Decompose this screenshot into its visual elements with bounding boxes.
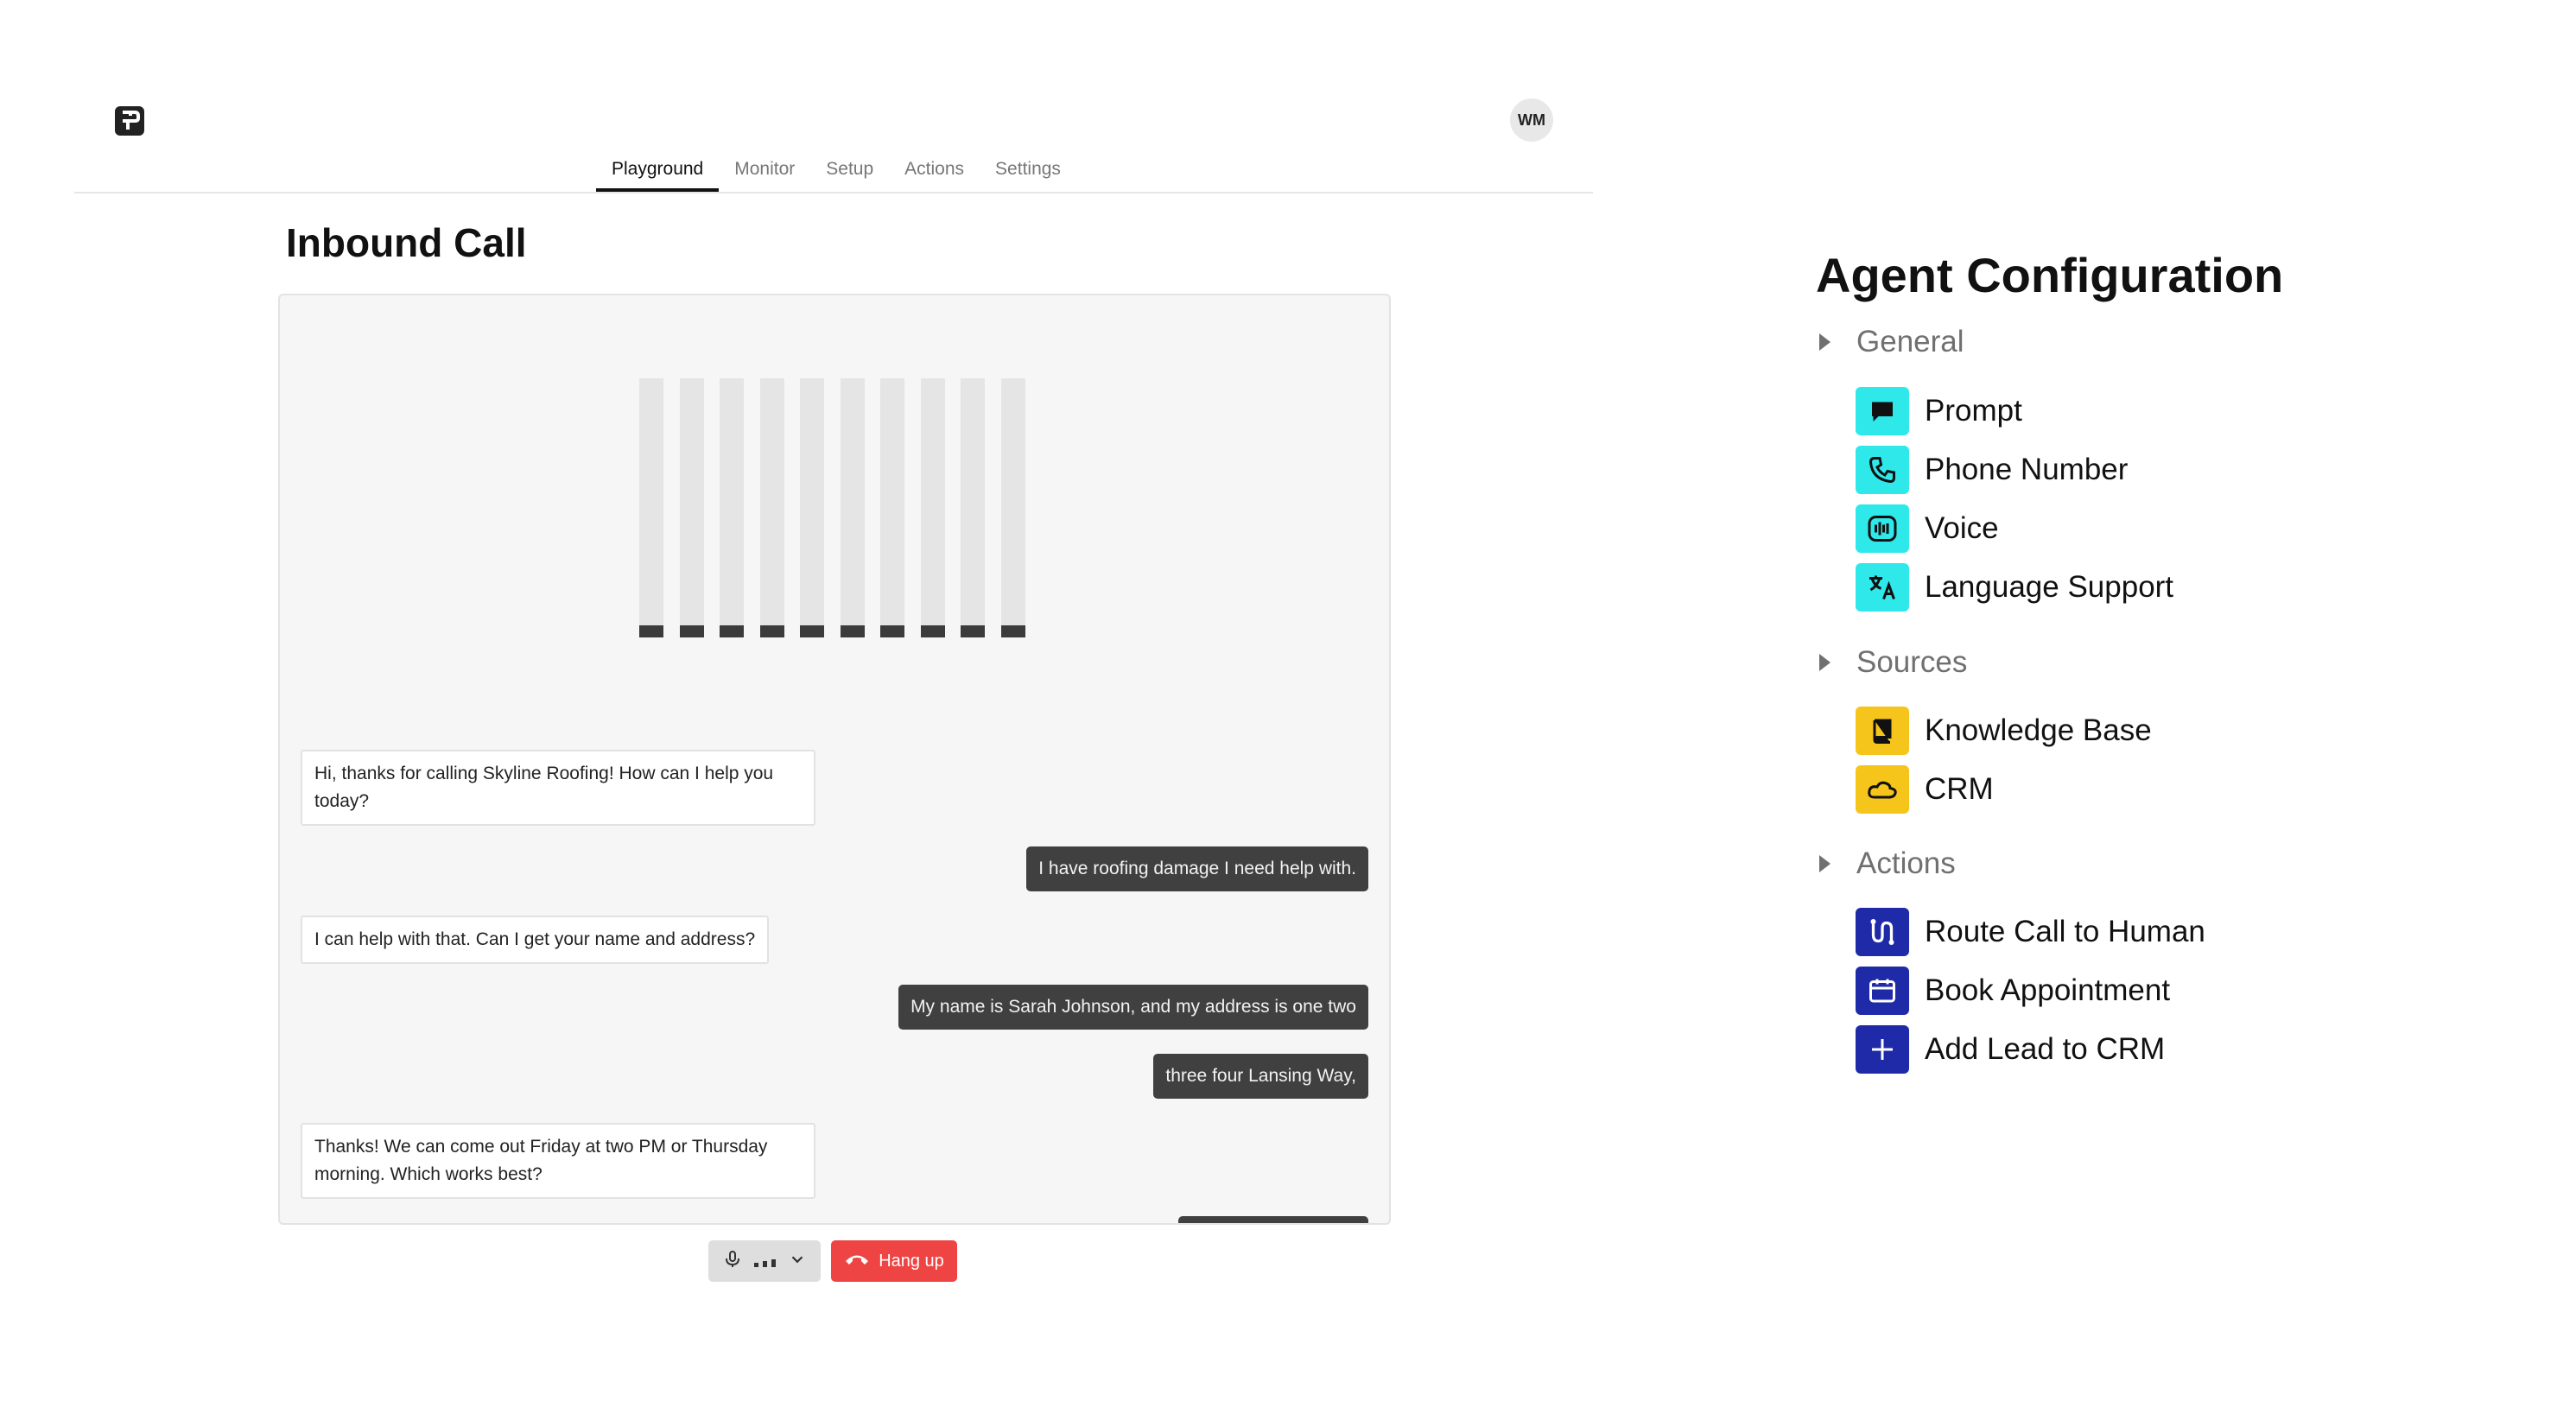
- nav-tabs: Playground Monitor Setup Actions Setting…: [596, 155, 1076, 192]
- config-item-label: Route Call to Human: [1925, 915, 2205, 948]
- book-icon: [1856, 707, 1909, 755]
- phone-hangup-icon: [844, 1250, 870, 1272]
- tab-monitor[interactable]: Monitor: [719, 155, 810, 190]
- page-title: Inbound Call: [286, 220, 527, 265]
- config-item-knowledge-base[interactable]: Knowledge Base: [1856, 707, 2152, 755]
- user-message: I have roofing damage I need help with.: [1026, 846, 1368, 891]
- config-item-phone-number[interactable]: Phone Number: [1856, 446, 2128, 494]
- user-message: three four Lansing Way,: [1153, 1054, 1368, 1099]
- agent-message: Hi, thanks for calling Skyline Roofing! …: [301, 750, 815, 826]
- cloud-icon: [1856, 765, 1909, 814]
- calendar-icon: [1856, 967, 1909, 1015]
- hang-up-button[interactable]: Hang up: [831, 1240, 957, 1282]
- config-item-label: Book Appointment: [1925, 973, 2171, 1007]
- config-item-crm[interactable]: CRM: [1856, 765, 1994, 814]
- config-item-add-lead[interactable]: Add Lead to CRM: [1856, 1025, 2165, 1074]
- config-item-book-appointment[interactable]: Book Appointment: [1856, 967, 2170, 1015]
- header-divider: [74, 192, 1593, 193]
- section-label: Sources: [1856, 645, 1968, 679]
- config-title: Agent Configuration: [1816, 248, 2284, 302]
- user-avatar[interactable]: WM: [1510, 98, 1553, 142]
- level-meter-bar: [840, 378, 865, 637]
- section-actions[interactable]: Actions: [1819, 846, 1956, 881]
- level-meter-bar: [800, 378, 824, 637]
- level-meter-bar: [679, 378, 704, 637]
- section-label: Actions: [1856, 846, 1956, 880]
- section-label: General: [1856, 325, 1964, 358]
- config-item-label: Phone Number: [1925, 453, 2129, 486]
- phone-icon: [1856, 446, 1909, 494]
- config-item-voice[interactable]: Voice: [1856, 504, 1999, 553]
- hang-up-label: Hang up: [879, 1251, 944, 1271]
- call-panel: Hi, thanks for calling Skyline Roofing! …: [278, 294, 1391, 1225]
- caret-right-icon: [1819, 654, 1830, 671]
- agent-message: Thanks! We can come out Friday at two PM…: [301, 1123, 815, 1199]
- tab-actions[interactable]: Actions: [889, 155, 980, 190]
- level-meter-bar: [759, 378, 784, 637]
- tab-setup[interactable]: Setup: [810, 155, 889, 190]
- chevron-down-icon[interactable]: [788, 1250, 807, 1273]
- mic-level-icon: [752, 1249, 778, 1274]
- level-meter-bar: [639, 378, 663, 637]
- level-meter-bar: [720, 378, 744, 637]
- tab-settings[interactable]: Settings: [980, 155, 1076, 190]
- translate-icon: [1856, 563, 1909, 612]
- config-item-language-support[interactable]: Language Support: [1856, 563, 2173, 612]
- config-item-label: CRM: [1925, 772, 1994, 806]
- plus-icon: [1856, 1025, 1909, 1074]
- app-logo[interactable]: [112, 104, 147, 138]
- section-general[interactable]: General: [1819, 325, 1964, 359]
- user-message: My name is Sarah Johnson, and my address…: [898, 985, 1368, 1030]
- config-item-label: Knowledge Base: [1925, 713, 2152, 747]
- agent-message: I can help with that. Can I get your nam…: [301, 916, 770, 964]
- microphone-selector[interactable]: [708, 1240, 821, 1282]
- level-meter-bar: [961, 378, 985, 637]
- config-item-label: Prompt: [1925, 394, 2022, 428]
- message-icon: [1856, 387, 1909, 435]
- caret-right-icon: [1819, 855, 1830, 872]
- caret-right-icon: [1819, 333, 1830, 351]
- config-item-label: Voice: [1925, 511, 1999, 545]
- route-icon: [1856, 908, 1909, 956]
- tab-playground[interactable]: Playground: [596, 155, 720, 192]
- level-meter-bar: [920, 378, 945, 637]
- section-sources[interactable]: Sources: [1819, 645, 1967, 680]
- microphone-icon: [722, 1249, 743, 1274]
- level-meter-bar: [880, 378, 904, 637]
- user-message-partial: [1178, 1216, 1368, 1223]
- config-item-prompt[interactable]: Prompt: [1856, 387, 2022, 435]
- level-meter-bar: [1000, 378, 1025, 637]
- waveform-icon: [1856, 504, 1909, 553]
- config-item-route-call[interactable]: Route Call to Human: [1856, 908, 2205, 956]
- config-item-label: Add Lead to CRM: [1925, 1032, 2166, 1066]
- config-item-label: Language Support: [1925, 570, 2174, 604]
